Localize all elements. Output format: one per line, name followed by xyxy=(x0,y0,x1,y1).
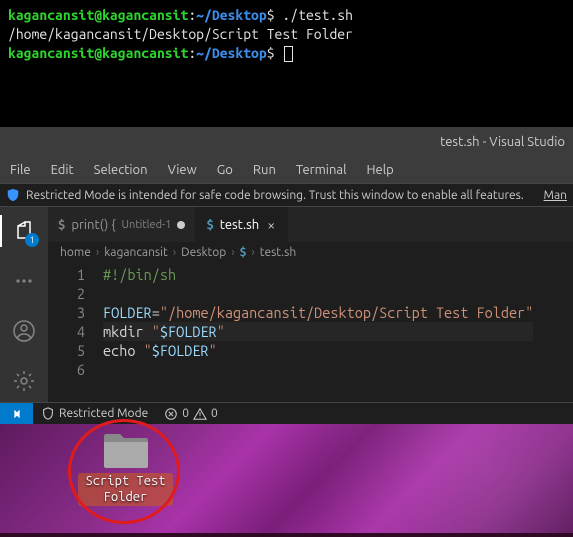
shell-icon: $ xyxy=(58,218,65,232)
prompt-user: kagancansit@kagancansit xyxy=(8,7,188,23)
breadcrumb-item[interactable]: $ xyxy=(240,246,247,259)
code-line-5[interactable]: echo "$FOLDER" xyxy=(103,341,533,360)
menu-terminal[interactable]: Terminal xyxy=(290,161,353,179)
warning-icon xyxy=(193,407,207,421)
editor-area: $ print() { Untitled-1 $ test.sh × home › kagan… xyxy=(48,207,573,402)
line-number: 4 xyxy=(48,322,85,341)
line-number: 6 xyxy=(48,360,85,379)
tab-label: test.sh xyxy=(220,218,259,232)
menu-run[interactable]: Run xyxy=(247,161,282,179)
breadcrumb-sep: › xyxy=(231,246,234,259)
menu-selection[interactable]: Selection xyxy=(88,161,154,179)
vscode-window: test.sh - Visual Studio File Edit Selectio… xyxy=(0,127,573,424)
tab-sublabel: Untitled-1 xyxy=(122,219,172,231)
shell-icon: $ xyxy=(206,218,213,232)
terminal-output: /home/kagancansit/Desktop/Script Test Fo… xyxy=(8,25,565,44)
line-number: 3 xyxy=(48,303,85,322)
desktop-folder[interactable]: Script Test Folder xyxy=(78,429,173,506)
code-editor[interactable]: 123456 #!/bin/sh FOLDER="/home/kagancans… xyxy=(48,263,573,402)
code-line-3[interactable]: FOLDER="/home/kagancansit/Desktop/Script… xyxy=(103,303,533,322)
status-problems[interactable]: 0 0 xyxy=(156,407,226,421)
settings-gear-icon[interactable] xyxy=(10,367,38,395)
tab-label: print() { xyxy=(71,218,115,232)
code-lines[interactable]: #!/bin/sh FOLDER="/home/kagancansit/Desk… xyxy=(103,263,533,402)
tab-bar: $ print() { Untitled-1 $ test.sh × xyxy=(48,207,573,242)
menu-bar: File Edit Selection View Go Run Terminal Help xyxy=(0,157,573,183)
explorer-badge: 1 xyxy=(25,233,39,247)
terminal-command: ./test.sh xyxy=(282,7,353,23)
shield-icon xyxy=(6,188,20,202)
explorer-icon[interactable]: 1 xyxy=(10,217,38,245)
breadcrumb-sep: › xyxy=(173,246,176,259)
terminal[interactable]: kagancansit@kagancansit:~/Desktop$ ./tes… xyxy=(0,0,573,127)
breadcrumb-sep: › xyxy=(96,246,99,259)
menu-help[interactable]: Help xyxy=(360,161,399,179)
dirty-indicator xyxy=(177,221,185,229)
breadcrumb-item[interactable]: Desktop xyxy=(181,246,226,259)
breadcrumb[interactable]: home › kagancansit › Desktop › $ › test.sh xyxy=(48,242,573,263)
desktop[interactable]: Script Test Folder xyxy=(0,424,573,533)
menu-view[interactable]: View xyxy=(162,161,203,179)
folder-label: Script Test Folder xyxy=(78,473,173,506)
menu-file[interactable]: File xyxy=(4,161,37,179)
line-number: 1 xyxy=(48,265,85,284)
breadcrumb-item[interactable]: test.sh xyxy=(260,246,296,259)
breadcrumb-sep: › xyxy=(251,246,254,259)
shield-icon xyxy=(41,407,55,421)
remote-indicator[interactable] xyxy=(0,403,33,425)
folder-icon xyxy=(102,429,150,471)
line-number: 5 xyxy=(48,341,85,360)
breadcrumb-item[interactable]: kagancansit xyxy=(104,246,168,259)
status-restricted[interactable]: Restricted Mode xyxy=(33,407,156,421)
accounts-icon[interactable] xyxy=(10,317,38,345)
close-icon[interactable]: × xyxy=(265,217,277,233)
restricted-banner: Restricted Mode is intended for safe cod… xyxy=(0,183,573,207)
more-icon[interactable] xyxy=(10,267,38,295)
terminal-line-3: kagancansit@kagancansit:~/Desktop$ xyxy=(8,44,565,63)
breadcrumb-item[interactable]: home xyxy=(60,246,91,259)
code-line-4[interactable]: mkdir "$FOLDER" xyxy=(103,322,533,341)
prompt-path: ~/Desktop xyxy=(196,7,267,23)
tab-1[interactable]: $ test.sh × xyxy=(196,207,288,242)
line-number: 2 xyxy=(48,284,85,303)
status-bar: Restricted Mode 0 0 xyxy=(0,402,573,424)
error-icon xyxy=(164,407,178,421)
activity-bar: 1 xyxy=(0,207,48,402)
banner-text: Restricted Mode is intended for safe cod… xyxy=(26,189,538,202)
code-line-1[interactable]: #!/bin/sh xyxy=(103,265,533,284)
terminal-line-1: kagancansit@kagancansit:~/Desktop$ ./tes… xyxy=(8,6,565,25)
tab-0[interactable]: $ print() { Untitled-1 xyxy=(48,207,196,242)
code-line-6[interactable] xyxy=(103,360,533,379)
window-title: test.sh - Visual Studio xyxy=(0,127,573,157)
terminal-cursor xyxy=(284,46,293,62)
code-line-2[interactable] xyxy=(103,284,533,303)
menu-edit[interactable]: Edit xyxy=(45,161,80,179)
line-gutter: 123456 xyxy=(48,263,103,402)
menu-go[interactable]: Go xyxy=(211,161,239,179)
banner-manage-link[interactable]: Man xyxy=(544,189,567,202)
